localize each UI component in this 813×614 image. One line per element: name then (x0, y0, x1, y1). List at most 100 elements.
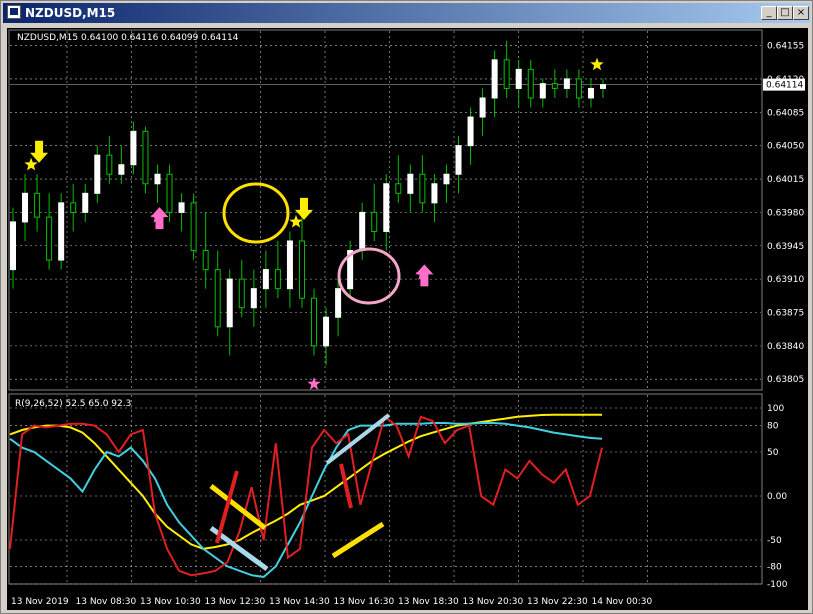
sell-star-icon (24, 157, 38, 171)
price-tick-label: 0.64050 (767, 142, 804, 152)
current-price-label: 0.64114 (766, 81, 803, 91)
bull-candle (118, 164, 125, 175)
level-tick-label: 50 (767, 448, 779, 458)
bear-candle (214, 269, 221, 328)
candles (10, 40, 606, 365)
time-axis-label: 13 Nov 12:30 (205, 597, 266, 607)
bull-candle (467, 116, 474, 147)
level-tick-label: 80 (767, 422, 779, 432)
sell-star-icon (590, 57, 604, 71)
bull-candle (130, 130, 137, 166)
bear-candle (202, 250, 209, 271)
level-tick-label: -100 (767, 580, 788, 590)
bear-candle (166, 173, 173, 213)
bull-candle (383, 183, 390, 232)
yellow-highlight-circle (222, 182, 290, 244)
level-tick-label: 100 (767, 404, 784, 414)
minimize-button[interactable]: _ (761, 6, 777, 20)
axes: 0.641550.641200.640850.640500.640150.639… (11, 42, 805, 607)
bull-candle (600, 84, 606, 89)
price-tick-label: 0.64085 (767, 108, 804, 118)
level-tick-label: 0.00 (767, 492, 787, 502)
bear-candle (34, 192, 41, 218)
level-tick-label: -80 (767, 562, 782, 572)
time-axis-label: 13 Nov 2019 (11, 597, 69, 607)
bull-candle (250, 288, 257, 309)
level-tick-label: -50 (767, 536, 782, 546)
price-tick-label: 0.64015 (767, 175, 804, 185)
time-axis-label: 13 Nov 08:30 (76, 597, 137, 607)
chart-window: NZDUSD,M15 _ □ × 0.64155 0.64085 0.64050… (0, 0, 813, 614)
bull-candle (407, 173, 414, 194)
bear-candle (575, 78, 582, 99)
price-tick-label: 0.64155 (767, 42, 804, 52)
red-trend-line-2 (339, 463, 353, 509)
chart-area[interactable]: 0.641550.641200.640850.640500.640150.639… (7, 28, 808, 610)
sell-arrow-icon (30, 140, 49, 163)
bear-candle (274, 269, 281, 290)
bull-candle (82, 192, 89, 213)
chart-svg[interactable]: 0.641550.641200.640850.640500.640150.639… (7, 28, 808, 610)
grid (10, 31, 761, 585)
bull-candle (262, 269, 269, 290)
indicator-lines (9, 413, 603, 579)
bear-candle (190, 202, 197, 252)
bear-candle (503, 59, 510, 89)
bear-candle (46, 216, 53, 261)
sell-arrow-icon (294, 197, 313, 220)
bull-candle (539, 83, 546, 99)
bear-candle (70, 202, 77, 213)
bear-candle (371, 211, 378, 232)
maximize-button[interactable]: □ (777, 6, 793, 20)
bull-candle (359, 211, 366, 252)
bull-candle (491, 59, 498, 99)
window-title: NZDUSD,M15 (25, 6, 116, 20)
bear-candle (419, 173, 426, 204)
bull-candle (178, 202, 185, 213)
time-axis-label: 13 Nov 14:30 (269, 597, 330, 607)
indicator-red-line (9, 415, 603, 577)
buy-star-icon (307, 377, 321, 390)
main-panel-header: NZDUSD,M15 0.64100 0.64116 0.64099 0.641… (17, 33, 239, 43)
bull-candle (431, 183, 438, 204)
bull-candle (587, 87, 594, 99)
indicator-yellow-line (9, 413, 602, 550)
indicator-panel-frame (8, 393, 763, 585)
price-tick-label: 0.63840 (767, 342, 804, 352)
bull-candle (22, 192, 29, 223)
bear-candle (298, 240, 305, 299)
price-tick-label: 0.63945 (767, 242, 804, 252)
time-axis-label: 13 Nov 16:30 (334, 597, 395, 607)
bull-candle (443, 173, 450, 185)
price-tick-label: 0.63980 (767, 208, 804, 218)
title-bar[interactable]: NZDUSD,M15 _ □ × (3, 3, 810, 23)
bull-candle (58, 202, 65, 261)
bull-candle (10, 221, 16, 271)
bull-candle (515, 68, 522, 89)
time-axis-label: 14 Nov 00:30 (592, 597, 653, 607)
bear-candle (551, 83, 558, 89)
bear-candle (395, 183, 402, 194)
bull-candle (335, 288, 342, 318)
time-axis-label: 13 Nov 22:30 (527, 597, 588, 607)
close-button[interactable]: × (793, 6, 809, 20)
bull-candle (323, 316, 330, 347)
window-icon (7, 5, 21, 19)
bear-candle (527, 68, 534, 99)
bear-candle (238, 278, 245, 309)
time-axis-label: 13 Nov 20:30 (463, 597, 524, 607)
bull-candle (563, 78, 570, 89)
bull-candle (455, 145, 462, 175)
buy-arrow-icon (415, 264, 434, 287)
price-tick-label: 0.63910 (767, 275, 804, 285)
indicator-panel-header: R(9,26,52) 52.5 65.0 92.3 (15, 399, 131, 409)
bull-candle (226, 278, 233, 328)
buy-arrow-icon (150, 207, 169, 230)
bull-candle (154, 173, 161, 185)
bear-candle (311, 297, 318, 347)
price-tick-label: 0.63805 (767, 375, 804, 385)
bear-candle (142, 130, 149, 185)
bull-candle (479, 97, 486, 118)
bull-candle (94, 154, 101, 194)
sell-star-icon (289, 214, 303, 228)
